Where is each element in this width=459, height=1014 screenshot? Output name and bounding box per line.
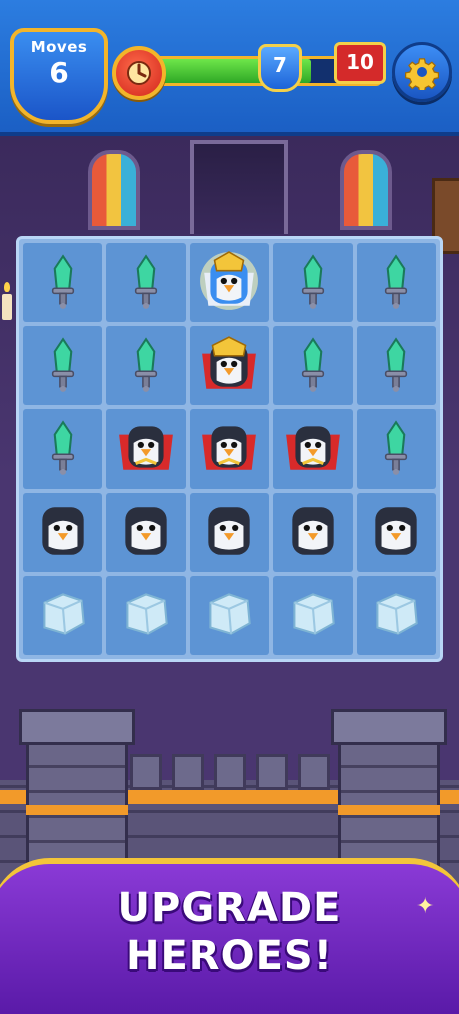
moves-label: Moves <box>30 38 88 56</box>
candle <box>2 282 12 320</box>
caped-penguin-piece-icon <box>198 416 260 482</box>
caped-penguin-piece-icon <box>282 416 344 482</box>
tower-cap <box>19 709 135 745</box>
board-tile[interactable] <box>106 409 186 489</box>
board-tile[interactable] <box>189 243 270 323</box>
penguin-piece-icon <box>365 499 427 565</box>
red-hero-penguin-icon <box>198 333 260 399</box>
sword-piece-icon <box>365 416 427 482</box>
penguin-piece-icon <box>282 499 344 565</box>
merlon <box>130 754 162 790</box>
castle-balcony <box>190 140 288 234</box>
board-tile[interactable] <box>273 409 353 489</box>
board-tile[interactable] <box>189 409 270 489</box>
sword-piece-icon <box>32 250 94 316</box>
board-tile[interactable] <box>356 409 436 489</box>
board-tile[interactable] <box>106 326 186 406</box>
sword-piece-icon <box>115 250 177 316</box>
ice-block-icon <box>282 582 344 648</box>
board-tile[interactable] <box>273 575 353 655</box>
board-tile[interactable] <box>106 492 186 572</box>
board-tile[interactable] <box>23 575 103 655</box>
banner-line-1: UPGRADE <box>117 885 342 931</box>
ice-block-icon <box>198 582 260 648</box>
penguin-piece-icon <box>198 499 260 565</box>
game-board <box>16 236 443 662</box>
promo-banner-text: UPGRADE HEROES! <box>0 884 459 980</box>
board-tile[interactable] <box>106 243 186 323</box>
progress-current-badge: 7 <box>258 44 302 92</box>
board-tile[interactable] <box>273 492 353 572</box>
sword-piece-icon <box>32 416 94 482</box>
tower-band <box>338 805 440 815</box>
merlon <box>172 754 204 790</box>
gear-icon <box>405 58 440 90</box>
sword-piece-icon <box>115 333 177 399</box>
blue-hero-penguin-icon <box>198 250 260 316</box>
moves-value: 6 <box>49 56 69 89</box>
merlon <box>256 754 288 790</box>
sword-piece-icon <box>365 250 427 316</box>
ice-block-icon <box>32 582 94 648</box>
board-tile[interactable] <box>23 409 103 489</box>
stained-glass-window <box>88 150 140 230</box>
board-tile[interactable] <box>189 326 270 406</box>
sword-piece-icon <box>32 333 94 399</box>
banner-line-2: HEROES! <box>126 933 333 979</box>
moves-counter: Moves 6 <box>10 28 108 124</box>
stained-glass-window <box>340 150 392 230</box>
board-tile[interactable] <box>356 492 436 572</box>
ice-block-icon <box>365 582 427 648</box>
board-tile[interactable] <box>273 243 353 323</box>
ice-block-icon <box>115 582 177 648</box>
board-grid <box>23 243 436 655</box>
board-tile[interactable] <box>189 492 270 572</box>
merlon <box>298 754 330 790</box>
board-tile[interactable] <box>23 326 103 406</box>
sword-piece-icon <box>282 250 344 316</box>
clock-icon <box>112 46 166 100</box>
progress-goal-badge: 10 <box>334 42 386 84</box>
board-tile[interactable] <box>273 326 353 406</box>
sword-piece-icon <box>282 333 344 399</box>
board-tile[interactable] <box>23 243 103 323</box>
board-tile[interactable] <box>189 575 270 655</box>
board-tile[interactable] <box>356 575 436 655</box>
top-hud: Moves 6 7 10 <box>0 0 459 136</box>
tower-cap <box>331 709 447 745</box>
board-tile[interactable] <box>23 492 103 572</box>
tower-band <box>26 805 128 815</box>
settings-button[interactable] <box>392 42 452 102</box>
sparkle-icon: ✦ <box>416 894 435 919</box>
board-tile[interactable] <box>356 326 436 406</box>
merlon <box>214 754 246 790</box>
caped-penguin-piece-icon <box>115 416 177 482</box>
board-tile[interactable] <box>356 243 436 323</box>
sword-piece-icon <box>365 333 427 399</box>
penguin-piece-icon <box>115 499 177 565</box>
penguin-piece-icon <box>32 499 94 565</box>
board-tile[interactable] <box>106 575 186 655</box>
